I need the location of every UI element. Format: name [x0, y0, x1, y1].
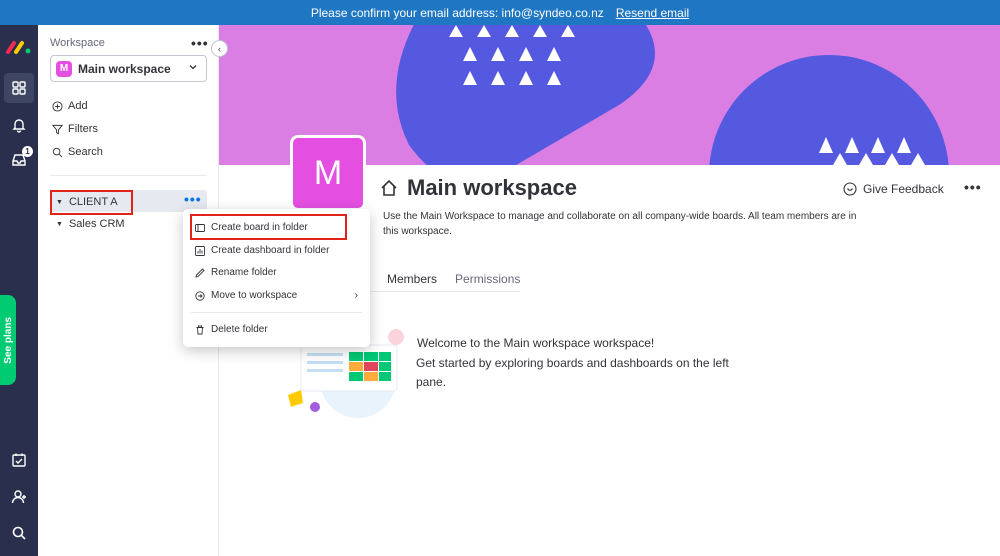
my-work-button[interactable] [4, 445, 34, 475]
email-confirm-banner: Please confirm your email address: info@… [0, 0, 1000, 25]
workspace-label: Workspace [50, 37, 105, 49]
sidebar-divider [50, 175, 207, 176]
my-work-icon [12, 453, 26, 467]
trash-icon [196, 325, 204, 334]
search-label: Search [68, 146, 103, 158]
see-plans-button[interactable]: See plans [0, 295, 16, 385]
workspaces-icon [12, 81, 26, 95]
menu-item-delete-folder[interactable]: Delete folder [195, 324, 268, 335]
chevron-right-icon: › [354, 290, 358, 301]
inbox-button[interactable]: 1 [4, 145, 34, 175]
workspace-description: Use the Main Workspace to manage and col… [383, 211, 857, 237]
menu-item-label: Delete folder [211, 324, 268, 335]
add-label: Add [68, 100, 88, 112]
workspace-avatar: M [56, 60, 72, 77]
workspace-title-row: Main workspace [379, 175, 577, 201]
search-icon [52, 147, 63, 157]
workspaces-nav-button[interactable] [4, 73, 34, 103]
filters-label: Filters [68, 123, 98, 135]
home-icon [381, 179, 397, 196]
menu-item-label: Create dashboard in folder [211, 245, 330, 256]
folder-name: Sales CRM [68, 218, 125, 230]
menu-item-label: Move to workspace [211, 290, 298, 301]
bell-icon [12, 119, 26, 133]
chevron-left-icon: ‹ [218, 43, 221, 54]
workspace-selector[interactable]: M Main workspace [50, 55, 207, 82]
menu-item-create-dashboard[interactable]: Create dashboard in folder [195, 245, 329, 256]
folder-highlight-box [50, 190, 133, 215]
dashboard-icon [195, 245, 205, 256]
pencil-icon [195, 267, 205, 278]
menu-divider [191, 312, 362, 313]
workspace-more-icon[interactable]: ••• [191, 35, 209, 51]
notifications-button[interactable] [4, 110, 34, 140]
see-plans-label: See plans [2, 316, 14, 364]
left-rail: 1 See plans [0, 25, 38, 556]
feedback-icon [843, 182, 857, 196]
board-icon [195, 223, 205, 232]
invite-icon [11, 490, 26, 504]
menu-item-label: Rename folder [211, 267, 277, 278]
page-title: Main workspace [407, 175, 577, 200]
workspace-big-avatar: M [290, 135, 366, 211]
welcome-subtext: Get started by exploring boards and dash… [416, 356, 729, 389]
notification-badge: 1 [22, 146, 33, 157]
workspace-tabs: Members Permissions [367, 272, 521, 292]
folder-sales-crm[interactable]: ▼ Sales CRM [56, 218, 125, 230]
folder-more-icon[interactable]: ••• [184, 192, 202, 206]
resend-email-link[interactable]: Resend email [616, 6, 689, 20]
menu-item-rename-folder[interactable]: Rename folder [195, 267, 277, 278]
caret-down-icon: ▼ [56, 220, 63, 228]
filter-icon [52, 124, 63, 134]
add-button[interactable]: Add [52, 100, 88, 112]
feedback-label: Give Feedback [863, 182, 944, 196]
tab-permissions[interactable]: Permissions [455, 272, 520, 286]
chevron-down-icon [189, 65, 197, 70]
search-icon [12, 526, 26, 540]
banner-message: Please confirm your email address: info@… [310, 5, 604, 20]
folder-context-menu: Create board in folder Create dashboard … [183, 209, 370, 347]
collapse-sidebar-button[interactable]: ‹ [211, 40, 228, 57]
menu-item-move-to-workspace[interactable]: Move to workspace [195, 290, 297, 301]
tab-members[interactable]: Members [387, 272, 437, 286]
monday-logo-icon[interactable] [5, 39, 33, 55]
global-search-button[interactable] [4, 518, 34, 548]
filters-button[interactable]: Filters [52, 123, 98, 135]
move-icon [195, 290, 205, 301]
workspace-name: Main workspace [78, 61, 171, 76]
menu-item-create-board[interactable]: Create board in folder [195, 222, 308, 233]
invite-members-button[interactable] [4, 482, 34, 512]
menu-item-label: Create board in folder [211, 222, 308, 233]
welcome-message: Welcome to the Main workspace workspace! [417, 336, 655, 350]
plus-circle-icon [52, 100, 63, 112]
main-more-icon[interactable]: ••• [964, 179, 982, 195]
give-feedback-button[interactable]: Give Feedback [843, 182, 944, 196]
search-button[interactable]: Search [52, 146, 103, 158]
